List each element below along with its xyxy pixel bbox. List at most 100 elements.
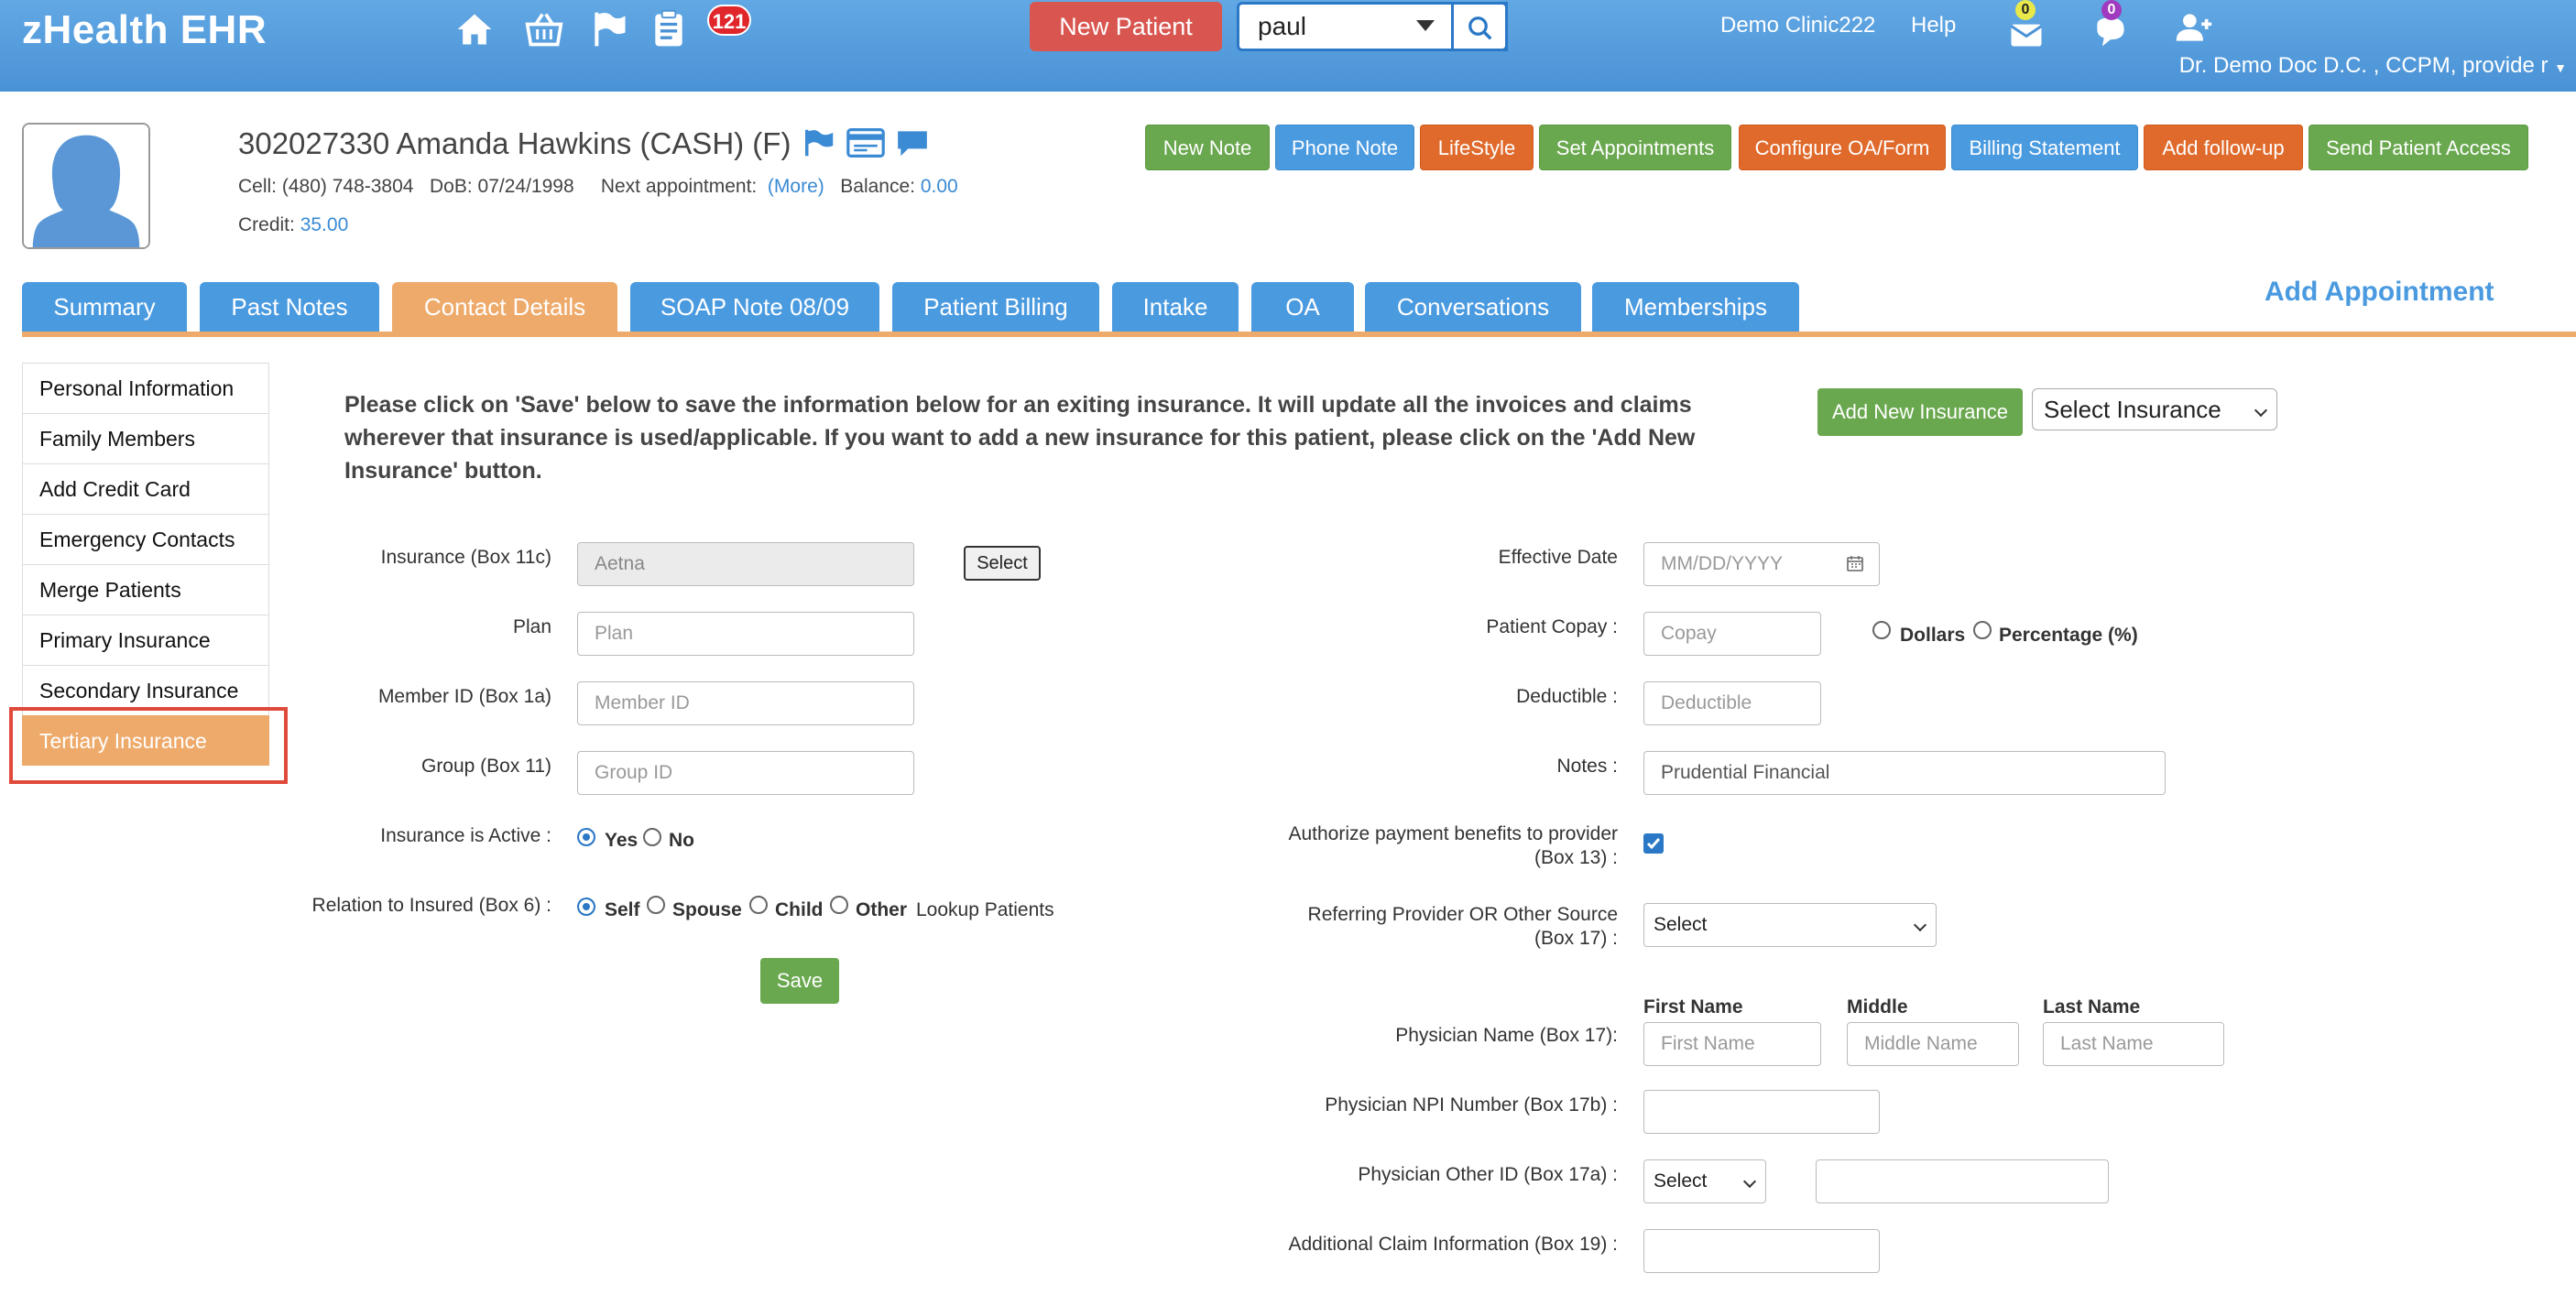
tab-contact-details[interactable]: Contact Details (392, 282, 617, 332)
relation-other-radio[interactable] (830, 896, 848, 914)
notes-input[interactable]: Prudential Financial (1643, 751, 2166, 795)
patient-info-line: Cell: (480) 748-3804 DoB: 07/24/1998 Nex… (238, 176, 958, 198)
deductible-input[interactable]: Deductible (1643, 681, 1821, 725)
first-name-header: First Name (1643, 996, 1743, 1018)
configure-oa-form-button[interactable]: Configure OA/Form (1739, 125, 1946, 170)
last-name-header: Last Name (2043, 996, 2141, 1018)
add-user-icon[interactable] (2173, 7, 2212, 44)
new-note-button[interactable]: New Note (1145, 125, 1270, 170)
new-patient-button[interactable]: New Patient (1030, 2, 1222, 51)
insurance-instructions: Please click on 'Save' below to save the… (344, 392, 1696, 484)
physician-other-id-label: Physician Other ID (Box 17a) : (1358, 1164, 1618, 1185)
balance-label: Balance: (840, 176, 916, 197)
select-insurance-dropdown[interactable]: Select Insurance (2032, 388, 2277, 430)
search-button[interactable] (1451, 2, 1508, 51)
basket-icon[interactable] (524, 9, 564, 49)
chat-count-badge: 0 (2101, 0, 2122, 20)
physician-middle-name-input[interactable]: Middle Name (1847, 1022, 2019, 1066)
tab-patient-billing[interactable]: Patient Billing (892, 282, 1099, 332)
clipboard-icon[interactable] (649, 9, 689, 49)
balance-value[interactable]: 0.00 (921, 176, 958, 197)
provider-menu[interactable]: Dr. Demo Doc D.C. , CCPM, provide r ▼ (2179, 53, 2567, 79)
side-menu-primary-insurance[interactable]: Primary Insurance (22, 615, 269, 665)
calendar-icon (1847, 556, 1863, 571)
authorize-payment-label: Authorize payment benefits to provider (… (1191, 822, 1618, 870)
plan-input[interactable]: Plan (577, 612, 914, 656)
search-dropdown-caret-icon[interactable] (1416, 20, 1435, 31)
set-appointments-button[interactable]: Set Appointments (1539, 125, 1731, 170)
flag-icon (805, 129, 834, 157)
app-brand[interactable]: zHealth EHR (22, 7, 267, 53)
tab-oa[interactable]: OA (1251, 282, 1354, 332)
physician-first-name-input[interactable]: First Name (1643, 1022, 1821, 1066)
physician-npi-input[interactable] (1643, 1090, 1880, 1134)
side-menu-family-members[interactable]: Family Members (22, 413, 269, 463)
group-id-input[interactable]: Group ID (577, 751, 914, 795)
insurance-select-button[interactable]: Select (964, 546, 1041, 581)
help-link[interactable]: Help (1911, 13, 1956, 38)
insurance-field: Aetna (577, 542, 914, 586)
patient-copay-label: Patient Copay : (1486, 616, 1618, 637)
next-appointment-more-link[interactable]: (More) (768, 176, 824, 197)
flag-icon[interactable] (590, 9, 630, 49)
physician-name-label: Physician Name (Box 17): (1395, 1025, 1618, 1046)
dob-label: DoB: (429, 176, 473, 197)
tab-summary[interactable]: Summary (22, 282, 187, 332)
top-nav-bar: zHealth EHR 121 New Patient paul Demo Cl… (0, 0, 2576, 92)
additional-claim-info-label: Additional Claim Information (Box 19) : (1288, 1234, 1619, 1255)
authorize-payment-label-line1: Authorize payment benefits to provider (1288, 823, 1618, 844)
deductible-label: Deductible : (1516, 686, 1618, 707)
relation-self-label: Self (605, 899, 640, 920)
physician-other-id-select[interactable]: Select (1643, 1159, 1766, 1203)
copay-dollars-radio[interactable] (1872, 621, 1891, 639)
tab-past-notes[interactable]: Past Notes (200, 282, 379, 332)
save-button[interactable]: Save (760, 958, 839, 1004)
dob-value: 07/24/1998 (477, 176, 574, 197)
home-icon[interactable] (454, 9, 495, 49)
cell-label: Cell: (238, 176, 278, 197)
tab-memberships[interactable]: Memberships (1592, 282, 1799, 332)
active-yes-radio[interactable] (577, 828, 595, 846)
copay-input[interactable]: Copay (1643, 612, 1821, 656)
relation-spouse-radio[interactable] (647, 896, 665, 914)
notes-label: Notes : (1556, 756, 1618, 777)
notification-count-badge[interactable]: 121 (707, 5, 751, 36)
lifestyle-button[interactable]: LifeStyle (1420, 125, 1534, 170)
billing-statement-button[interactable]: Billing Statement (1951, 125, 2138, 170)
additional-claim-info-input[interactable] (1643, 1229, 1880, 1273)
referring-provider-value: Select (1654, 914, 1708, 935)
relation-child-radio[interactable] (749, 896, 768, 914)
tab-soap-note[interactable]: SOAP Note 08/09 (630, 282, 879, 332)
insurance-card-icon (846, 128, 886, 158)
tab-intake[interactable]: Intake (1112, 282, 1239, 332)
add-appointment-link[interactable]: Add Appointment (2265, 277, 2494, 308)
patient-name-header: 302027330 Amanda Hawkins (CASH) (F) (238, 126, 791, 160)
lookup-patients-link[interactable]: Lookup Patients (916, 899, 1054, 921)
referring-provider-select[interactable]: Select (1643, 903, 1937, 947)
message-icon (898, 131, 927, 157)
effective-date-input[interactable]: MM/DD/YYYY (1643, 542, 1880, 586)
send-patient-access-button[interactable]: Send Patient Access (2309, 125, 2528, 170)
tab-conversations[interactable]: Conversations (1365, 282, 1581, 332)
chevron-down-icon (1913, 918, 1927, 932)
plan-label: Plan (512, 616, 551, 637)
member-id-label: Member ID (Box 1a) (377, 686, 551, 707)
clinic-link[interactable]: Demo Clinic222 (1720, 13, 1875, 38)
add-follow-up-button[interactable]: Add follow-up (2144, 125, 2303, 170)
side-menu-add-credit-card[interactable]: Add Credit Card (22, 463, 269, 514)
side-menu-merge-patients[interactable]: Merge Patients (22, 564, 269, 615)
copay-percentage-radio[interactable] (1973, 621, 1992, 639)
physician-other-id-input[interactable] (1816, 1159, 2109, 1203)
add-new-insurance-button[interactable]: Add New Insurance (1817, 388, 2023, 436)
active-no-radio[interactable] (643, 828, 661, 846)
patient-flag-icons (802, 128, 930, 158)
physician-other-id-select-value: Select (1654, 1170, 1708, 1192)
physician-last-name-input[interactable]: Last Name (2043, 1022, 2224, 1066)
side-menu-personal-information[interactable]: Personal Information (22, 363, 269, 413)
member-id-input[interactable]: Member ID (577, 681, 914, 725)
credit-value[interactable]: 35.00 (300, 214, 349, 235)
phone-note-button[interactable]: Phone Note (1275, 125, 1414, 170)
relation-self-radio[interactable] (577, 898, 595, 916)
side-menu-emergency-contacts[interactable]: Emergency Contacts (22, 514, 269, 564)
authorize-payment-checkbox[interactable] (1643, 833, 1664, 854)
